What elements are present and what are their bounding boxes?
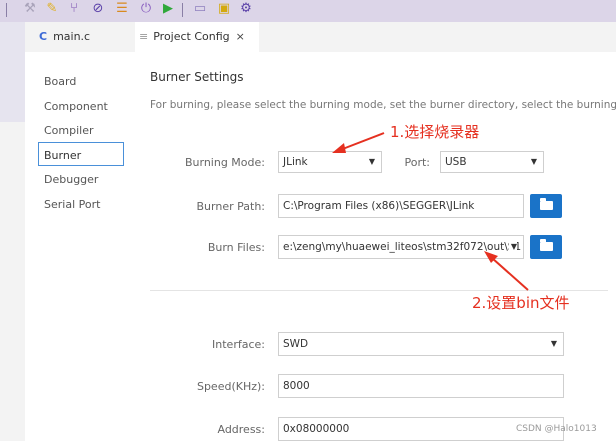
annotation-arrows xyxy=(332,132,529,291)
annotation-select-burner: 1.选择烧录器 xyxy=(390,123,480,141)
annotation-arrow-2 xyxy=(484,251,529,291)
annotation-set-bin-file: 2.设置bin文件 xyxy=(472,294,570,312)
annotation-arrow-1 xyxy=(332,132,385,153)
watermark: CSDN @Halo1013 xyxy=(516,424,597,434)
